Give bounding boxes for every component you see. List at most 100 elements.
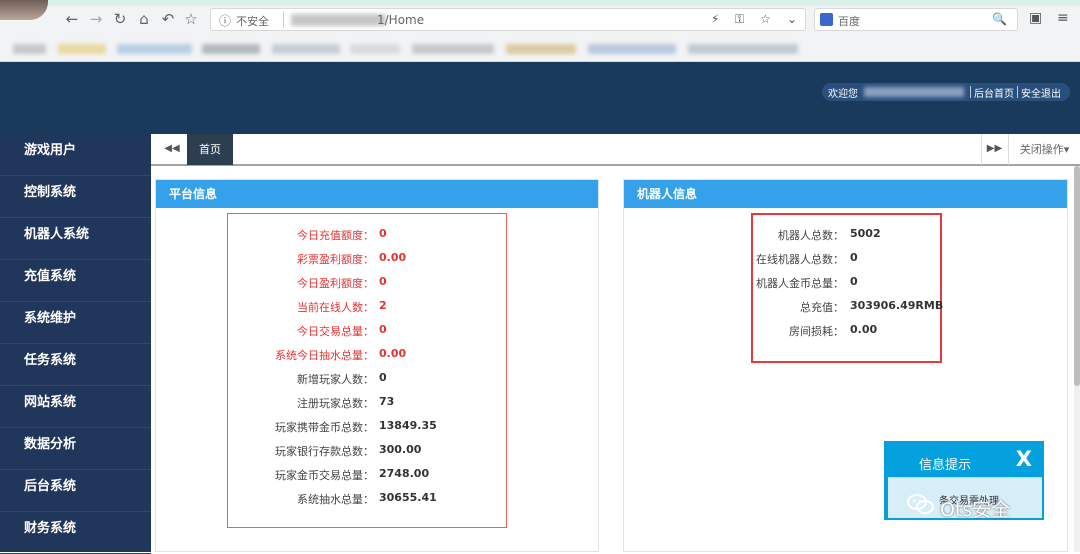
wechat-watermark-icon bbox=[907, 494, 934, 514]
stat-row: 机器人金币总量： 0 bbox=[753, 275, 940, 295]
stat-row: 彩票盈利额度： 0.00 bbox=[228, 251, 506, 271]
browser-toolbar: ← → ↻ ⌂ ↶ ☆ ⓘ 不安全 1/Home ⚡ ⚿ ☆ ⌄ 百度 🔍 ▣ … bbox=[0, 0, 1080, 38]
sidebar-item-recharge-system[interactable]: 充值系统 bbox=[0, 260, 151, 302]
stat-row: 系统抽水总量： 30655.41 bbox=[228, 491, 506, 511]
logout-link[interactable]: 安全退出 bbox=[1018, 85, 1064, 100]
stat-row: 新增玩家人数： 0 bbox=[228, 371, 506, 391]
stat-row: 今日盈利额度： 0 bbox=[228, 275, 506, 295]
reload-icon[interactable]: ↻ bbox=[112, 10, 128, 28]
bookmark-item[interactable] bbox=[412, 44, 494, 54]
close-operations-dropdown[interactable]: 关闭操作▾ bbox=[1008, 134, 1080, 165]
browser-search-box[interactable]: 百度 🔍 bbox=[814, 8, 1018, 31]
stat-row: 今日交易总量： 0 bbox=[228, 323, 506, 343]
stat-row: 机器人总数： 5002 bbox=[753, 227, 940, 247]
stat-row: 玩家金币交易总量： 2748.00 bbox=[228, 467, 506, 487]
admin-home-link[interactable]: 后台首页 bbox=[971, 85, 1017, 100]
sidebar-item-backend-system[interactable]: 后台系统 bbox=[0, 470, 151, 512]
stat-label: 注册玩家总数： bbox=[297, 397, 374, 410]
stat-label: 玩家金币交易总量： bbox=[275, 469, 374, 482]
search-icon[interactable]: 🔍 bbox=[992, 12, 1007, 26]
star-icon[interactable]: ☆ bbox=[183, 10, 199, 28]
security-status: 不安全 bbox=[236, 15, 269, 28]
stat-label: 新增玩家人数： bbox=[297, 373, 374, 386]
stat-label: 系统抽水总量： bbox=[297, 493, 374, 506]
stat-label: 玩家携带金币总数： bbox=[275, 421, 374, 434]
sidebar: 游戏用户 控制系统 机器人系统 充值系统 系统维护 任务系统 网站系统 数据分析… bbox=[0, 134, 151, 554]
address-separator bbox=[283, 11, 284, 28]
redacted-host bbox=[291, 14, 386, 26]
stat-label: 机器人金币总量： bbox=[756, 277, 844, 290]
stat-value: 73 bbox=[379, 395, 395, 408]
home-icon[interactable]: ⌂ bbox=[136, 10, 152, 28]
undo-icon[interactable]: ↶ bbox=[160, 10, 176, 28]
stat-value: 0 bbox=[850, 275, 858, 288]
bookmark-item[interactable] bbox=[117, 44, 192, 54]
sidebar-item-system-maintenance[interactable]: 系统维护 bbox=[0, 302, 151, 344]
stat-label: 机器人总数： bbox=[778, 229, 844, 242]
stat-row: 今日充值额度： 0 bbox=[228, 227, 506, 247]
stat-value: 300.00 bbox=[379, 443, 422, 456]
stat-label: 总充值： bbox=[800, 301, 844, 314]
divider bbox=[1017, 86, 1018, 98]
bookmark-star-icon[interactable]: ☆ bbox=[760, 12, 771, 26]
bookmark-item[interactable] bbox=[13, 44, 46, 54]
platform-info-panel: 平台信息 今日充值额度： 0 彩票盈利额度： 0.00 今日盈利额度： 0 当前在线人… bbox=[155, 179, 599, 552]
bookmark-item[interactable] bbox=[202, 44, 260, 54]
stat-label: 系统今日抽水总量： bbox=[275, 349, 374, 362]
bookmarks-bar bbox=[0, 38, 1080, 62]
browser-profile-avatar[interactable] bbox=[0, 0, 48, 20]
welcome-text: 欢迎您 bbox=[828, 88, 858, 100]
baidu-icon bbox=[820, 13, 833, 26]
tab-home[interactable]: 首页 bbox=[187, 134, 233, 165]
bookmark-item[interactable] bbox=[506, 44, 576, 54]
stat-value: 0 bbox=[379, 227, 387, 240]
bookmark-item[interactable] bbox=[350, 44, 400, 54]
close-icon[interactable]: X bbox=[1016, 447, 1032, 471]
caret-down-icon: ▾ bbox=[1063, 143, 1070, 156]
extension-icon[interactable]: ▣ bbox=[1029, 10, 1042, 26]
stat-value: 2748.00 bbox=[379, 467, 430, 480]
sidebar-item-finance-system[interactable]: 财务系统 bbox=[0, 512, 151, 554]
forward-icon[interactable]: → bbox=[88, 10, 104, 28]
notification-title: 信息提示 bbox=[919, 458, 972, 473]
key-icon[interactable]: ⚿ bbox=[735, 12, 744, 27]
stat-value: 303906.49RMB bbox=[850, 299, 944, 312]
stat-row: 在线机器人总数： 0 bbox=[753, 251, 940, 271]
sidebar-item-website-system[interactable]: 网站系统 bbox=[0, 386, 151, 428]
stat-row: 玩家银行存款总数： 300.00 bbox=[228, 443, 506, 463]
bookmark-item[interactable] bbox=[58, 44, 106, 54]
stat-value: 5002 bbox=[850, 227, 881, 240]
sidebar-item-robot-system[interactable]: 机器人系统 bbox=[0, 218, 151, 260]
stat-value: 13849.35 bbox=[379, 419, 437, 432]
menu-icon[interactable]: ≡ bbox=[1057, 10, 1069, 26]
chevron-down-icon[interactable]: ⌄ bbox=[787, 12, 797, 26]
bookmark-item[interactable] bbox=[588, 44, 676, 54]
stat-label: 玩家银行存款总数： bbox=[275, 445, 374, 458]
tab-scroll-right-icon[interactable]: ▶▶ bbox=[981, 134, 1007, 165]
page-scrollbar-thumb[interactable] bbox=[1074, 166, 1080, 386]
search-engine-name: 百度 bbox=[838, 15, 860, 28]
sidebar-item-game-users[interactable]: 游戏用户 bbox=[0, 134, 151, 176]
tab-scroll-left-icon[interactable]: ◀◀ bbox=[159, 134, 185, 165]
bookmark-item[interactable] bbox=[272, 44, 340, 54]
browser-tab-strip bbox=[0, 0, 1080, 6]
stat-value: 0.00 bbox=[850, 323, 878, 336]
sidebar-item-data-analysis[interactable]: 数据分析 bbox=[0, 428, 151, 470]
redacted-username bbox=[864, 87, 964, 97]
stat-value: 0 bbox=[379, 371, 387, 384]
back-icon[interactable]: ← bbox=[64, 10, 80, 28]
stat-label: 今日充值额度： bbox=[297, 229, 374, 242]
bookmark-item[interactable] bbox=[688, 44, 798, 54]
robot-info-title: 机器人信息 bbox=[624, 180, 1067, 208]
stat-row: 玩家携带金币总数： 13849.35 bbox=[228, 419, 506, 439]
stat-label: 在线机器人总数： bbox=[756, 253, 844, 266]
sidebar-item-task-system[interactable]: 任务系统 bbox=[0, 344, 151, 386]
address-bar[interactable]: ⓘ 不安全 1/Home ⚡ ⚿ ☆ ⌄ bbox=[210, 8, 806, 31]
watermark: Ots安全 bbox=[940, 499, 1011, 521]
flash-icon[interactable]: ⚡ bbox=[711, 12, 719, 26]
sidebar-item-control-system[interactable]: 控制系统 bbox=[0, 176, 151, 218]
close-operations-label: 关闭操作 bbox=[1019, 143, 1064, 156]
stat-value: 2 bbox=[379, 299, 387, 312]
stat-value: 0 bbox=[379, 323, 387, 336]
stat-row: 系统今日抽水总量： 0.00 bbox=[228, 347, 506, 367]
